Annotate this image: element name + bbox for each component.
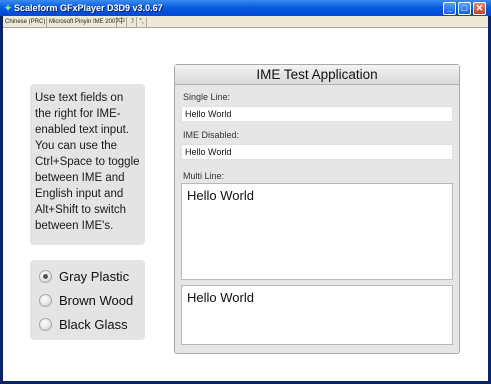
radio-brown-wood[interactable]: Brown Wood	[39, 291, 143, 311]
scaleform-app-icon: ✦	[4, 3, 12, 13]
radio-label-gray-plastic: Gray Plastic	[59, 269, 130, 284]
flash-stage: Use text fields on the right for IME-ena…	[3, 28, 488, 381]
radio-label-black-glass: Black Glass	[59, 317, 128, 332]
panel-title: IME Test Application	[175, 65, 459, 85]
ime-test-panel: IME Test Application Single Line: Hello …	[174, 64, 460, 354]
client-area: Chinese (PRC) Microsoft Pinyin IME 2007 …	[3, 16, 488, 381]
title-bar[interactable]: ✦ Scaleform GFxPlayer D3D9 v3.0.67 _ □ ✕	[0, 0, 491, 16]
chinese-mode-icon[interactable]: 中	[117, 17, 127, 27]
radio-gray-plastic[interactable]: Gray Plastic	[39, 267, 143, 287]
language-indicator[interactable]: Chinese (PRC)	[3, 17, 47, 27]
radio-unchecked-icon[interactable]	[39, 318, 52, 331]
ime-disabled-input[interactable]: Hello World	[181, 144, 453, 160]
instructions-text: Use text fields on the right for IME-ena…	[35, 92, 140, 232]
multi-line-label: Multi Line:	[183, 171, 225, 181]
minimize-button[interactable]: _	[443, 2, 456, 15]
single-line-input[interactable]: Hello World	[181, 106, 453, 122]
window-title: Scaleform GFxPlayer D3D9 v3.0.67	[14, 3, 163, 13]
secondary-textarea[interactable]: Hello World	[181, 285, 453, 345]
radio-checked-icon[interactable]	[39, 270, 52, 283]
radio-black-glass[interactable]: Black Glass	[39, 315, 143, 335]
language-bar: Chinese (PRC) Microsoft Pinyin IME 2007 …	[3, 16, 488, 28]
ime-disabled-label: IME Disabled:	[183, 130, 240, 140]
punctuation-icon[interactable]: °,	[137, 17, 147, 27]
close-button[interactable]: ✕	[473, 2, 486, 15]
application-window: ✦ Scaleform GFxPlayer D3D9 v3.0.67 _ □ ✕…	[0, 0, 491, 384]
maximize-button[interactable]: □	[458, 2, 471, 15]
multi-line-textarea[interactable]: Hello World	[181, 183, 453, 280]
instructions-panel: Use text fields on the right for IME-ena…	[30, 84, 145, 245]
half-width-icon[interactable]: ☽	[127, 17, 137, 27]
radio-label-brown-wood: Brown Wood	[59, 293, 134, 308]
radio-unchecked-icon[interactable]	[39, 294, 52, 307]
theme-radio-group: Gray Plastic Brown Wood Black Glass	[30, 260, 145, 340]
single-line-label: Single Line:	[183, 92, 231, 102]
ime-indicator[interactable]: Microsoft Pinyin IME 2007	[47, 17, 119, 27]
